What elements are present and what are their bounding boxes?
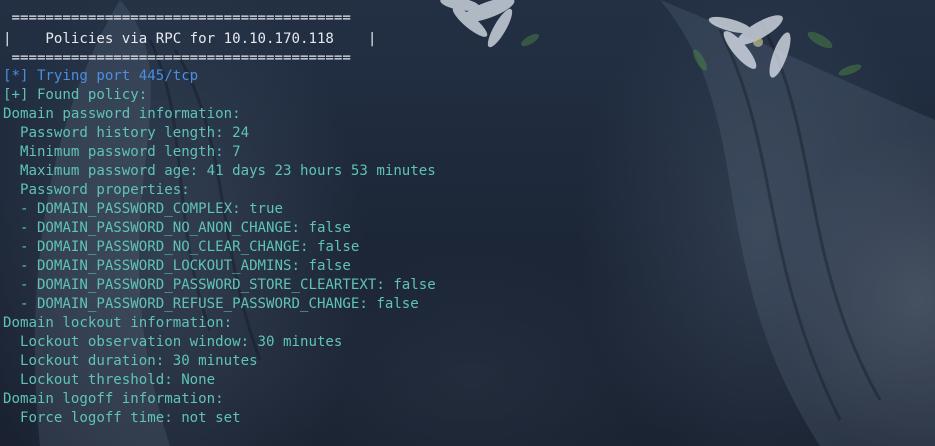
- output-line: - DOMAIN_PASSWORD_LOCKOUT_ADMINS: false: [3, 258, 351, 274]
- output-line: - DOMAIN_PASSWORD_REFUSE_PASSWORD_CHANGE…: [3, 296, 419, 312]
- output-line: - DOMAIN_PASSWORD_PASSWORD_STORE_CLEARTE…: [3, 277, 436, 293]
- section-heading-logoff: Domain logoff information:: [3, 391, 224, 407]
- output-line: Password history length: 24: [3, 125, 250, 141]
- status-line-trying-port: [*] Trying port 445/tcp: [3, 68, 199, 84]
- output-line: Lockout observation window: 30 minutes: [3, 334, 343, 350]
- output-line: Lockout threshold: None: [3, 372, 216, 388]
- section-heading-password: Domain password information:: [3, 106, 241, 122]
- output-line: Password properties:: [3, 182, 190, 198]
- terminal-output: ========================================…: [0, 0, 935, 446]
- output-line: - DOMAIN_PASSWORD_COMPLEX: true: [3, 201, 284, 217]
- section-heading-lockout: Domain lockout information:: [3, 315, 233, 331]
- output-line: - DOMAIN_PASSWORD_NO_ANON_CHANGE: false: [3, 220, 351, 236]
- output-line: Lockout duration: 30 minutes: [3, 353, 258, 369]
- banner-top-border: ========================================: [3, 10, 351, 26]
- output-line: Minimum password length: 7: [3, 144, 241, 160]
- status-line-found-policy: [+] Found policy:: [3, 87, 148, 103]
- output-line: Maximum password age: 41 days 23 hours 5…: [3, 163, 436, 179]
- output-line: - DOMAIN_PASSWORD_NO_CLEAR_CHANGE: false: [3, 239, 360, 255]
- banner-title: | Policies via RPC for 10.10.170.118 |: [3, 31, 377, 47]
- output-line: Force logoff time: not set: [3, 410, 241, 426]
- banner-bottom-border: ========================================: [3, 50, 351, 66]
